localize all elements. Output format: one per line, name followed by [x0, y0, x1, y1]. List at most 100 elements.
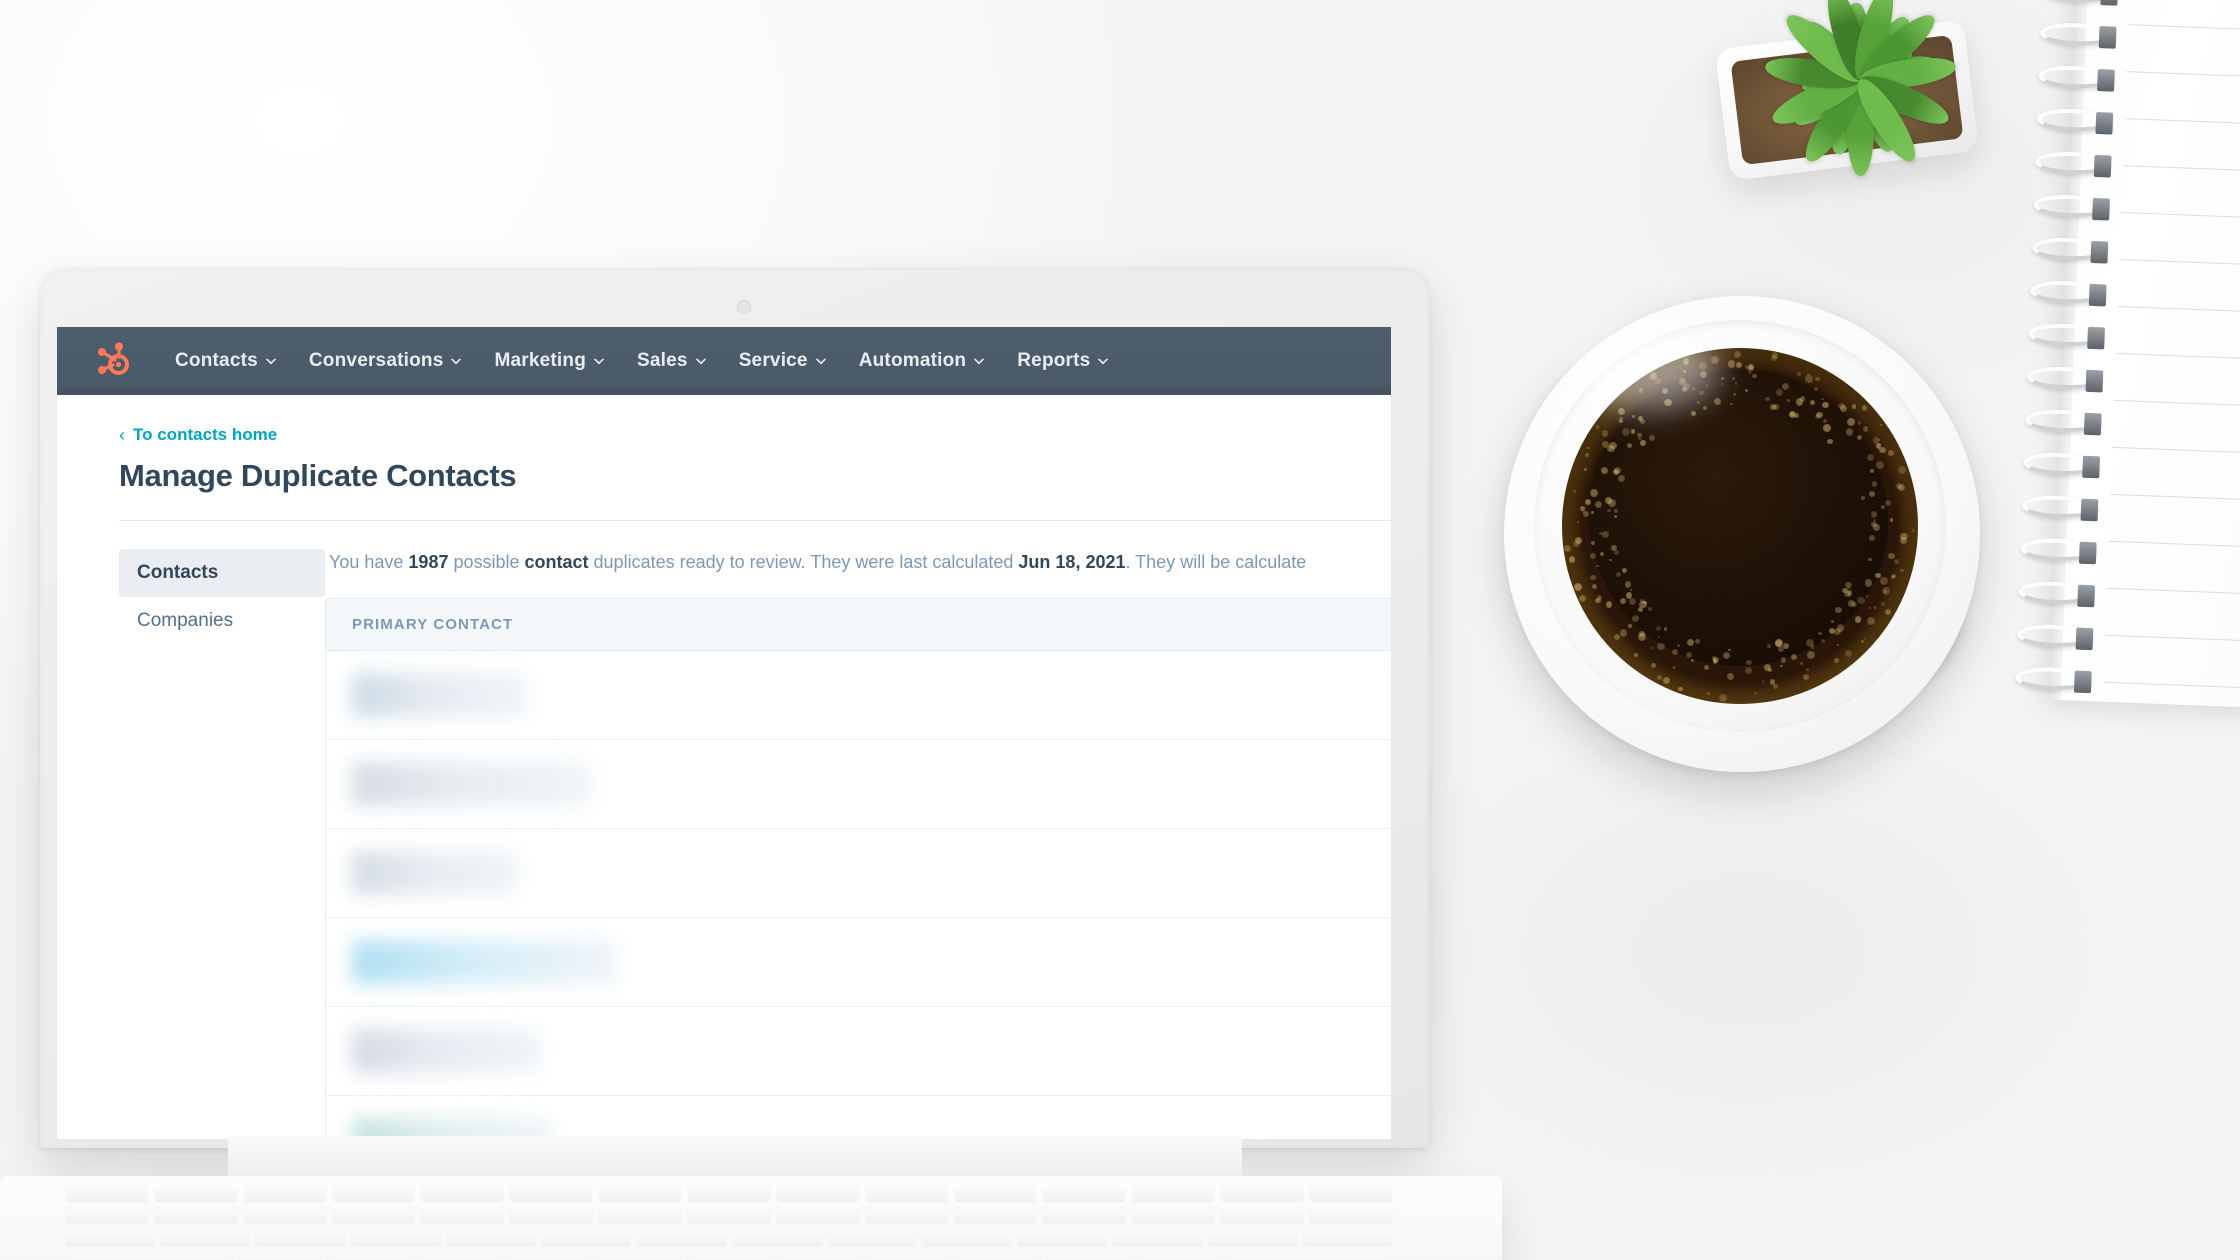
crema-bubble — [1697, 401, 1700, 404]
last-calculated-date: Jun 18, 2021 — [1018, 552, 1125, 572]
nav-item-marketing[interactable]: Marketing — [478, 344, 621, 378]
crema-bubble — [1577, 521, 1579, 523]
duplicates-table: PRIMARY CONTACT — [325, 598, 1391, 1139]
breadcrumb-to-contacts-home[interactable]: ‹ To contacts home — [119, 425, 277, 445]
crema-bubble — [1762, 680, 1765, 683]
keyboard-key — [1221, 1186, 1303, 1201]
nav-item-sales[interactable]: Sales — [621, 344, 723, 378]
keyboard-key — [542, 1230, 630, 1245]
keyboard-key — [244, 1208, 326, 1223]
crema-bubble — [1628, 624, 1632, 628]
crema-bubble — [1627, 443, 1632, 448]
chevron-down-icon — [973, 355, 985, 367]
keyboard-key — [1310, 1208, 1392, 1223]
keyboard-key — [1137, 1252, 1220, 1260]
crema-bubble — [1614, 634, 1620, 640]
crema-bubble — [1783, 643, 1789, 649]
keyboard-key — [688, 1186, 770, 1201]
nav-label: Automation — [859, 350, 967, 372]
chevron-down-icon — [695, 355, 707, 367]
crema-bubble — [1805, 375, 1812, 382]
notebook-coil — [2020, 537, 2097, 562]
top-navbar: Contacts Conversations Marketing Sales S… — [57, 327, 1391, 395]
keyboard-key — [1304, 1230, 1392, 1245]
notebook-coil — [2022, 494, 2099, 519]
nav-item-reports[interactable]: Reports — [1001, 344, 1125, 378]
crema-bubble — [1900, 569, 1903, 572]
breadcrumb-label: To contacts home — [133, 425, 277, 445]
sidebar-item-companies[interactable]: Companies — [119, 597, 325, 645]
crema-bubble — [1781, 657, 1787, 663]
crema-bubble — [1632, 615, 1639, 622]
nav-item-automation[interactable]: Automation — [843, 344, 1002, 378]
succulent-plant — [1660, 0, 2060, 220]
object-type: contact — [525, 552, 589, 572]
crema-bubble — [1575, 537, 1582, 544]
crema-bubble — [1888, 450, 1893, 455]
crema-bubble — [1691, 659, 1694, 662]
cup-highlight — [1570, 330, 1720, 410]
nav-item-conversations[interactable]: Conversations — [293, 344, 479, 378]
keyboard-key — [777, 1252, 860, 1260]
crema-bubble — [1834, 628, 1841, 635]
keyboard-key — [777, 1208, 859, 1223]
crema-bubble — [1651, 663, 1656, 668]
nav-item-service[interactable]: Service — [723, 344, 843, 378]
chevron-down-icon — [593, 355, 605, 367]
table-row[interactable] — [326, 1007, 1391, 1096]
table-row[interactable] — [326, 918, 1391, 1007]
crema-bubble — [1891, 575, 1895, 579]
crema-bubble — [1728, 649, 1731, 652]
crema-bubble — [1847, 418, 1855, 426]
crema-bubble — [1831, 620, 1833, 622]
table-row[interactable] — [326, 1096, 1391, 1139]
crema-bubble — [1823, 424, 1831, 432]
crema-bubble — [1596, 425, 1600, 429]
nav-label: Sales — [637, 350, 688, 372]
keyboard-row — [62, 1208, 1392, 1223]
crema-bubble — [1754, 692, 1757, 695]
table-row[interactable] — [326, 829, 1391, 918]
crema-bubble — [1863, 426, 1868, 431]
crema-bubble — [1881, 602, 1885, 606]
crema-bubble — [1609, 559, 1612, 562]
crema-bubble — [1622, 568, 1627, 573]
keyboard-key — [733, 1230, 821, 1245]
table-row[interactable] — [326, 651, 1391, 740]
crema-bubble — [1663, 677, 1670, 684]
crema-bubble — [1890, 518, 1894, 522]
sidebar: Contacts Companies — [57, 549, 325, 1139]
crema-bubble — [1592, 584, 1597, 589]
sidebar-item-contacts[interactable]: Contacts — [119, 549, 325, 597]
crema-bubble — [1806, 639, 1813, 646]
crema-bubble — [1691, 411, 1696, 416]
crema-bubble — [1714, 398, 1721, 405]
crema-bubble — [1573, 490, 1576, 493]
crema-bubble — [1590, 553, 1596, 559]
crema-bubble — [1632, 415, 1635, 418]
crema-bubble — [1687, 639, 1694, 646]
crema-bubble — [1881, 505, 1885, 509]
table-row[interactable] — [326, 740, 1391, 829]
crema-bubble — [1821, 398, 1824, 401]
crema-bubble — [1595, 501, 1602, 508]
nav-label: Service — [739, 350, 808, 372]
crema-bubble — [1861, 496, 1866, 501]
keyboard-key — [244, 1186, 326, 1201]
crema-bubble — [1876, 461, 1884, 469]
keyboard-key — [1113, 1230, 1201, 1245]
keyboard-key — [599, 1186, 681, 1201]
crema-bubble — [1629, 598, 1636, 605]
crema-bubble — [1673, 666, 1675, 668]
nav-label: Contacts — [175, 350, 258, 372]
crema-bubble — [1719, 694, 1727, 702]
crema-bubble — [1727, 673, 1734, 680]
keyboard-key — [239, 1252, 322, 1260]
notebook-coil — [2017, 623, 2094, 648]
crema-bubble — [1657, 643, 1664, 650]
crema-bubble — [1749, 372, 1751, 374]
crema-bubble — [1746, 660, 1751, 665]
hubspot-sprocket-icon[interactable] — [93, 341, 133, 381]
nav-item-contacts[interactable]: Contacts — [159, 344, 293, 378]
crema-bubble — [1613, 469, 1619, 475]
